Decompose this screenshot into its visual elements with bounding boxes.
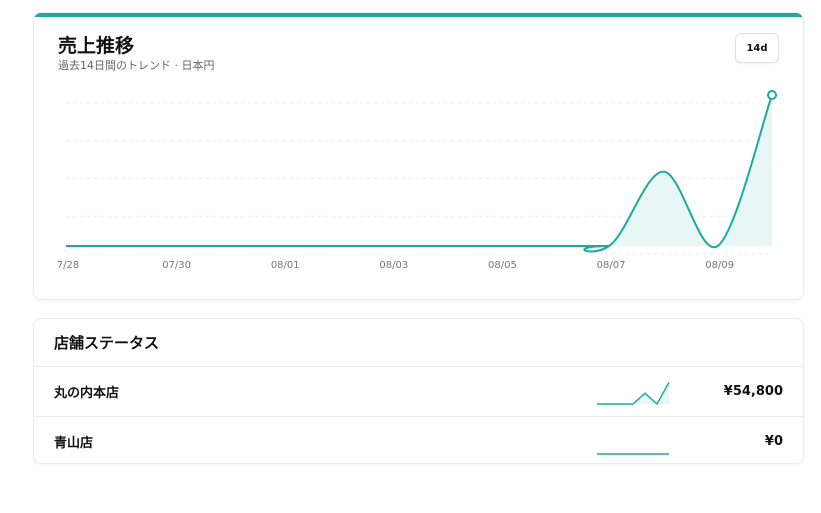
status-title: 店舗ステータス bbox=[54, 334, 160, 352]
store-row[interactable]: 青山店 ¥0 bbox=[34, 416, 803, 465]
sales-line-chart: 7/28 07/30 08/01 08/03 08/05 08/07 08/09 bbox=[57, 90, 777, 271]
store-status-card: 店舗ステータス 丸の内本店 ¥54,800 青山店 ¥0 bbox=[33, 318, 804, 464]
last-data-point bbox=[767, 90, 777, 100]
store-name: 丸の内本店 bbox=[54, 386, 120, 401]
store-name: 青山店 bbox=[54, 435, 94, 451]
x-tick-label: 08/07 bbox=[597, 260, 626, 271]
x-tick-label: 08/03 bbox=[379, 260, 408, 271]
store-sales-value: ¥54,800 bbox=[723, 384, 783, 399]
status-header: 店舗ステータス bbox=[34, 319, 803, 367]
store-sparkline bbox=[597, 382, 670, 405]
store-row[interactable]: 丸の内本店 ¥54,800 bbox=[34, 367, 803, 416]
sales-trend-card: 売上推移 過去14日間のトレンド · 日本円 14d 7/28 07/30 08/0… bbox=[33, 12, 804, 300]
x-tick-label: 7/28 bbox=[57, 260, 79, 271]
x-tick-label: 08/09 bbox=[705, 260, 734, 271]
sparkline-line bbox=[597, 382, 670, 405]
store-sparkline bbox=[597, 453, 669, 455]
x-tick-label: 08/01 bbox=[271, 260, 300, 271]
x-tick-label: 08/05 bbox=[488, 260, 517, 271]
store-sales-value: ¥0 bbox=[764, 433, 783, 449]
x-tick-label: 07/30 bbox=[162, 260, 191, 271]
